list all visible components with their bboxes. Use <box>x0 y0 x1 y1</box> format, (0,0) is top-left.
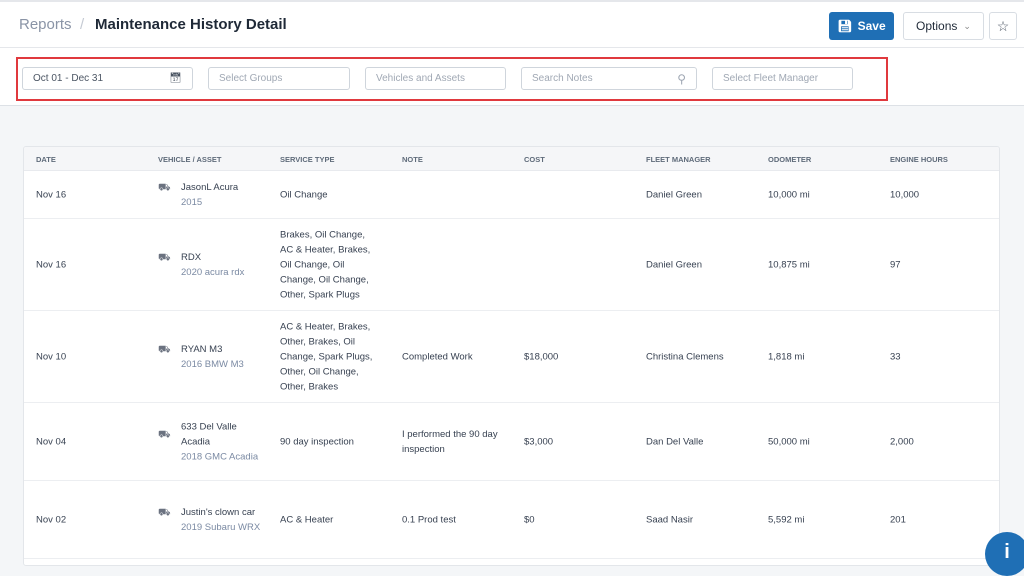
table-row[interactable]: Nov 16 ⛟ RDX 2020 acura rdx Brakes, Oil C… <box>24 219 999 311</box>
vehicle-detail: 2018 GMC Acadia <box>181 451 259 462</box>
favorite-star-icon[interactable]: ☆ <box>989 12 1017 40</box>
manager-cell: Daniel Green <box>646 189 702 200</box>
date-cell: Nov 02 <box>36 514 67 525</box>
search-icon: ⚲ <box>677 71 686 86</box>
groups-placeholder: Select Groups <box>219 73 283 84</box>
service-cell: 90 day inspection <box>280 436 354 447</box>
options-dropdown[interactable]: Options ⌄ <box>903 12 984 40</box>
manager-cell: Daniel Green <box>646 259 702 270</box>
date-cell: Nov 04 <box>36 436 67 447</box>
col-odometer[interactable]: ODOMETER <box>768 155 811 164</box>
service-cell: Brakes, Oil Change, AC & Heater, Brakes,… <box>280 229 371 300</box>
save-label: Save <box>857 19 886 33</box>
manager-placeholder: Select Fleet Manager <box>723 73 819 84</box>
truck-icon: ⛟ <box>158 182 171 193</box>
chevron-down-icon: ⌄ <box>963 20 971 31</box>
col-manager[interactable]: FLEET MANAGER <box>646 155 711 164</box>
odometer-cell: 10,875 mi <box>768 259 810 270</box>
service-cell: AC & Heater, Brakes, Other, Brakes, Oil … <box>280 321 373 392</box>
note-cell: I performed the 90 day inspection <box>402 428 498 455</box>
note-cell: 0.1 Prod test <box>402 514 456 525</box>
vehicle-name[interactable]: RDX <box>181 250 261 265</box>
vehicle-name[interactable]: 633 Del Valle Acadia <box>181 419 261 449</box>
cost-cell: $0 <box>524 514 535 525</box>
date-cell: Nov 16 <box>36 259 67 270</box>
truck-icon: ⛟ <box>158 429 171 440</box>
top-bar: Reports / Maintenance History Detail 💾︎ S… <box>0 0 1024 48</box>
groups-select[interactable]: Select Groups <box>208 67 350 90</box>
odometer-cell: 5,592 mi <box>768 514 805 525</box>
odometer-cell: 10,000 mi <box>768 189 810 200</box>
page-title: Maintenance History Detail <box>95 16 287 33</box>
vehicles-select[interactable]: Vehicles and Assets <box>365 67 506 90</box>
vehicles-placeholder: Vehicles and Assets <box>376 73 465 84</box>
hours-cell: 33 <box>890 351 901 362</box>
note-cell: Completed Work <box>402 351 473 362</box>
manager-cell: Dan Del Valle <box>646 436 704 447</box>
maintenance-table: DATE VEHICLE / ASSET SERVICE TYPE NOTE C… <box>23 146 1000 566</box>
fleet-manager-select[interactable]: Select Fleet Manager <box>712 67 853 90</box>
filter-bar: Oct 01 - Dec 31 📅︎ Select Groups Vehicles… <box>0 48 1024 106</box>
save-icon: 💾︎ <box>837 19 853 33</box>
odometer-cell: 1,818 mi <box>768 351 805 362</box>
breadcrumb-separator: / <box>80 16 85 33</box>
col-date[interactable]: DATE <box>36 155 56 164</box>
col-cost[interactable]: COST <box>524 155 545 164</box>
service-cell: AC & Heater <box>280 514 334 525</box>
vehicle-cell[interactable]: RYAN M3 2016 BMW M3 <box>181 342 261 372</box>
truck-icon: ⛟ <box>158 252 171 263</box>
info-button[interactable]: i <box>985 532 1024 576</box>
vehicle-name[interactable]: JasonL Acura <box>181 180 261 195</box>
cost-cell: $3,000 <box>524 436 554 447</box>
col-service[interactable]: SERVICE TYPE <box>280 155 334 164</box>
col-hours[interactable]: ENGINE HOURS <box>890 155 948 164</box>
vehicle-cell[interactable]: JasonL Acura 2015 <box>181 180 261 210</box>
breadcrumb-reports[interactable]: Reports <box>19 16 72 33</box>
truck-icon: ⛟ <box>158 507 171 518</box>
service-cell: Oil Change <box>280 189 328 200</box>
notes-search-input[interactable]: Search Notes ⚲ <box>521 67 697 90</box>
date-cell: Nov 10 <box>36 351 67 362</box>
vehicle-detail: 2015 <box>181 196 203 208</box>
truck-icon: ⛟ <box>158 344 171 355</box>
manager-cell: Saad Nasir <box>646 514 693 525</box>
options-label: Options <box>916 19 958 33</box>
vehicle-detail: 2019 Subaru WRX <box>181 521 261 533</box>
vehicle-detail: 2016 BMW M3 <box>181 358 244 370</box>
table-row[interactable]: Nov 16 ⛟ JasonL Acura 2015 Oil Change Dan… <box>24 171 999 219</box>
notes-placeholder: Search Notes <box>532 73 593 84</box>
hours-cell: 2,000 <box>890 436 914 447</box>
table-header: DATE VEHICLE / ASSET SERVICE TYPE NOTE C… <box>24 147 999 171</box>
vehicle-cell[interactable]: Justin's clown car 2019 Subaru WRX <box>181 505 261 535</box>
odometer-cell: 50,000 mi <box>768 436 810 447</box>
vehicle-name[interactable]: RYAN M3 <box>181 342 261 357</box>
vehicle-cell[interactable]: RDX 2020 acura rdx <box>181 250 261 280</box>
cost-cell: $18,000 <box>524 351 559 362</box>
vehicle-cell[interactable]: 633 Del Valle Acadia 2018 GMC Acadia <box>181 419 261 464</box>
hours-cell: 97 <box>890 259 901 270</box>
hours-cell: 201 <box>890 514 906 525</box>
date-cell: Nov 16 <box>36 189 67 200</box>
save-button[interactable]: 💾︎ Save <box>829 12 894 40</box>
date-range-picker[interactable]: Oct 01 - Dec 31 📅︎ <box>22 67 193 90</box>
col-note[interactable]: NOTE <box>402 155 423 164</box>
date-range-value: Oct 01 - Dec 31 <box>33 73 104 84</box>
calendar-icon: 📅︎ <box>169 73 182 84</box>
table-row[interactable]: Nov 02 ⛟ Justin's clown car 2019 Subaru W… <box>24 481 999 559</box>
hours-cell: 10,000 <box>890 189 920 200</box>
vehicle-name[interactable]: Justin's clown car <box>181 505 261 520</box>
table-row[interactable]: Nov 04 ⛟ 633 Del Valle Acadia 2018 GMC Ac… <box>24 403 999 481</box>
table-row[interactable]: Nov 10 ⛟ RYAN M3 2016 BMW M3 AC & Heater,… <box>24 311 999 403</box>
manager-cell: Christina Clemens <box>646 351 724 362</box>
vehicle-detail: 2020 acura rdx <box>181 266 245 278</box>
col-vehicle[interactable]: VEHICLE / ASSET <box>158 155 221 164</box>
